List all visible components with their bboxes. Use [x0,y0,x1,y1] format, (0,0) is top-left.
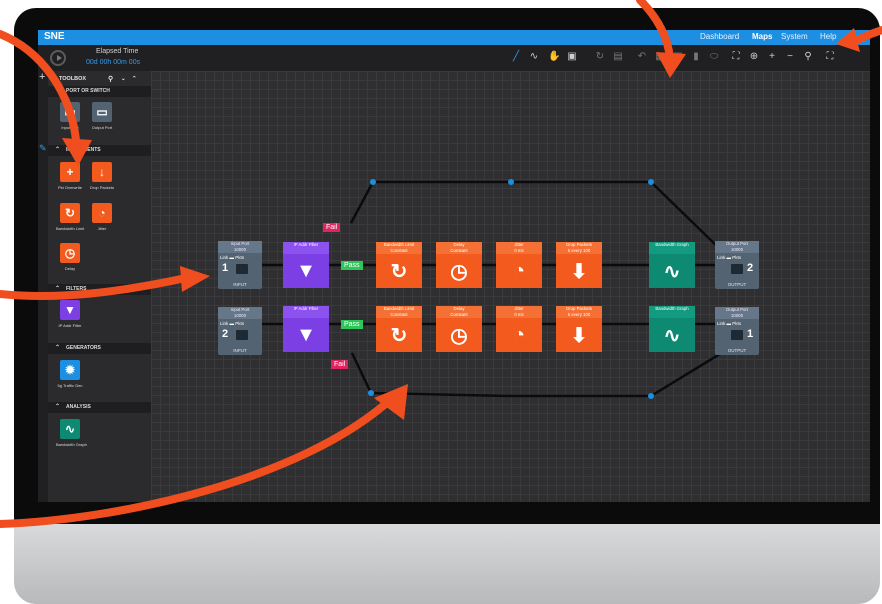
arrow-toolbox [0,30,80,144]
annotation-arrows [0,0,882,528]
arrow-toolbar [636,0,674,62]
arrow-fail-path [0,396,394,528]
arrow-input-port [0,274,190,301]
